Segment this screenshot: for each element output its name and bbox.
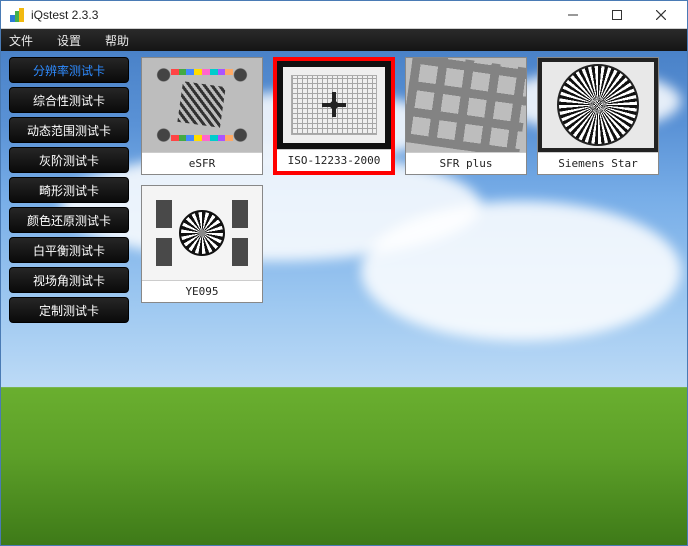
workspace: 分辨率测试卡综合性测试卡动态范围测试卡灰阶测试卡畸形测试卡颜色还原测试卡白平衡测… [1, 51, 687, 545]
card-label: Siemens Star [538, 152, 658, 174]
card-label: YE095 [142, 280, 262, 302]
app-icon [9, 7, 25, 23]
sidebar: 分辨率测试卡综合性测试卡动态范围测试卡灰阶测试卡畸形测试卡颜色还原测试卡白平衡测… [9, 57, 129, 323]
titlebar: iQstest 2.3.3 [1, 1, 687, 29]
window-controls [551, 1, 683, 29]
sidebar-item-label: 定制测试卡 [39, 302, 99, 319]
sidebar-item-label: 视场角测试卡 [33, 272, 105, 289]
sidebar-item-label: 白平衡测试卡 [33, 242, 105, 259]
sidebar-item-3[interactable]: 灰阶测试卡 [9, 147, 129, 173]
card-label: SFR plus [406, 152, 526, 174]
sidebar-item-6[interactable]: 白平衡测试卡 [9, 237, 129, 263]
card-label: eSFR [142, 152, 262, 174]
sidebar-item-4[interactable]: 畸形测试卡 [9, 177, 129, 203]
card-thumbnail [277, 61, 391, 149]
test-card-siemens[interactable]: Siemens Star [537, 57, 659, 175]
sidebar-item-label: 畸形测试卡 [39, 182, 99, 199]
maximize-button[interactable] [595, 1, 639, 29]
test-card-iso[interactable]: ISO-12233-2000 [273, 57, 395, 175]
card-grid: eSFR ISO-12233-2000 SFR plus Siemens Star YE… [141, 57, 687, 303]
minimize-button[interactable] [551, 1, 595, 29]
test-card-esfr[interactable]: eSFR [141, 57, 263, 175]
sidebar-item-label: 颜色还原测试卡 [27, 212, 111, 229]
sidebar-item-8[interactable]: 定制测试卡 [9, 297, 129, 323]
window-title: iQstest 2.3.3 [31, 8, 551, 22]
sidebar-item-2[interactable]: 动态范围测试卡 [9, 117, 129, 143]
sidebar-item-label: 动态范围测试卡 [27, 122, 111, 139]
close-button[interactable] [639, 1, 683, 29]
sidebar-item-7[interactable]: 视场角测试卡 [9, 267, 129, 293]
sidebar-item-1[interactable]: 综合性测试卡 [9, 87, 129, 113]
sidebar-item-label: 分辨率测试卡 [33, 62, 105, 79]
card-label: ISO-12233-2000 [277, 149, 391, 171]
sidebar-item-0[interactable]: 分辨率测试卡 [9, 57, 129, 83]
card-thumbnail [142, 58, 262, 152]
sidebar-item-label: 综合性测试卡 [33, 92, 105, 109]
sidebar-item-5[interactable]: 颜色还原测试卡 [9, 207, 129, 233]
menubar: 文件 设置 帮助 [1, 29, 687, 51]
menu-file[interactable]: 文件 [9, 32, 33, 49]
test-card-ye095[interactable]: YE095 [141, 185, 263, 303]
card-thumbnail [538, 58, 658, 152]
card-thumbnail [142, 186, 262, 280]
sidebar-item-label: 灰阶测试卡 [39, 152, 99, 169]
menu-help[interactable]: 帮助 [105, 32, 129, 49]
menu-settings[interactable]: 设置 [57, 32, 81, 49]
card-thumbnail [406, 58, 526, 152]
test-card-sfrp[interactable]: SFR plus [405, 57, 527, 175]
